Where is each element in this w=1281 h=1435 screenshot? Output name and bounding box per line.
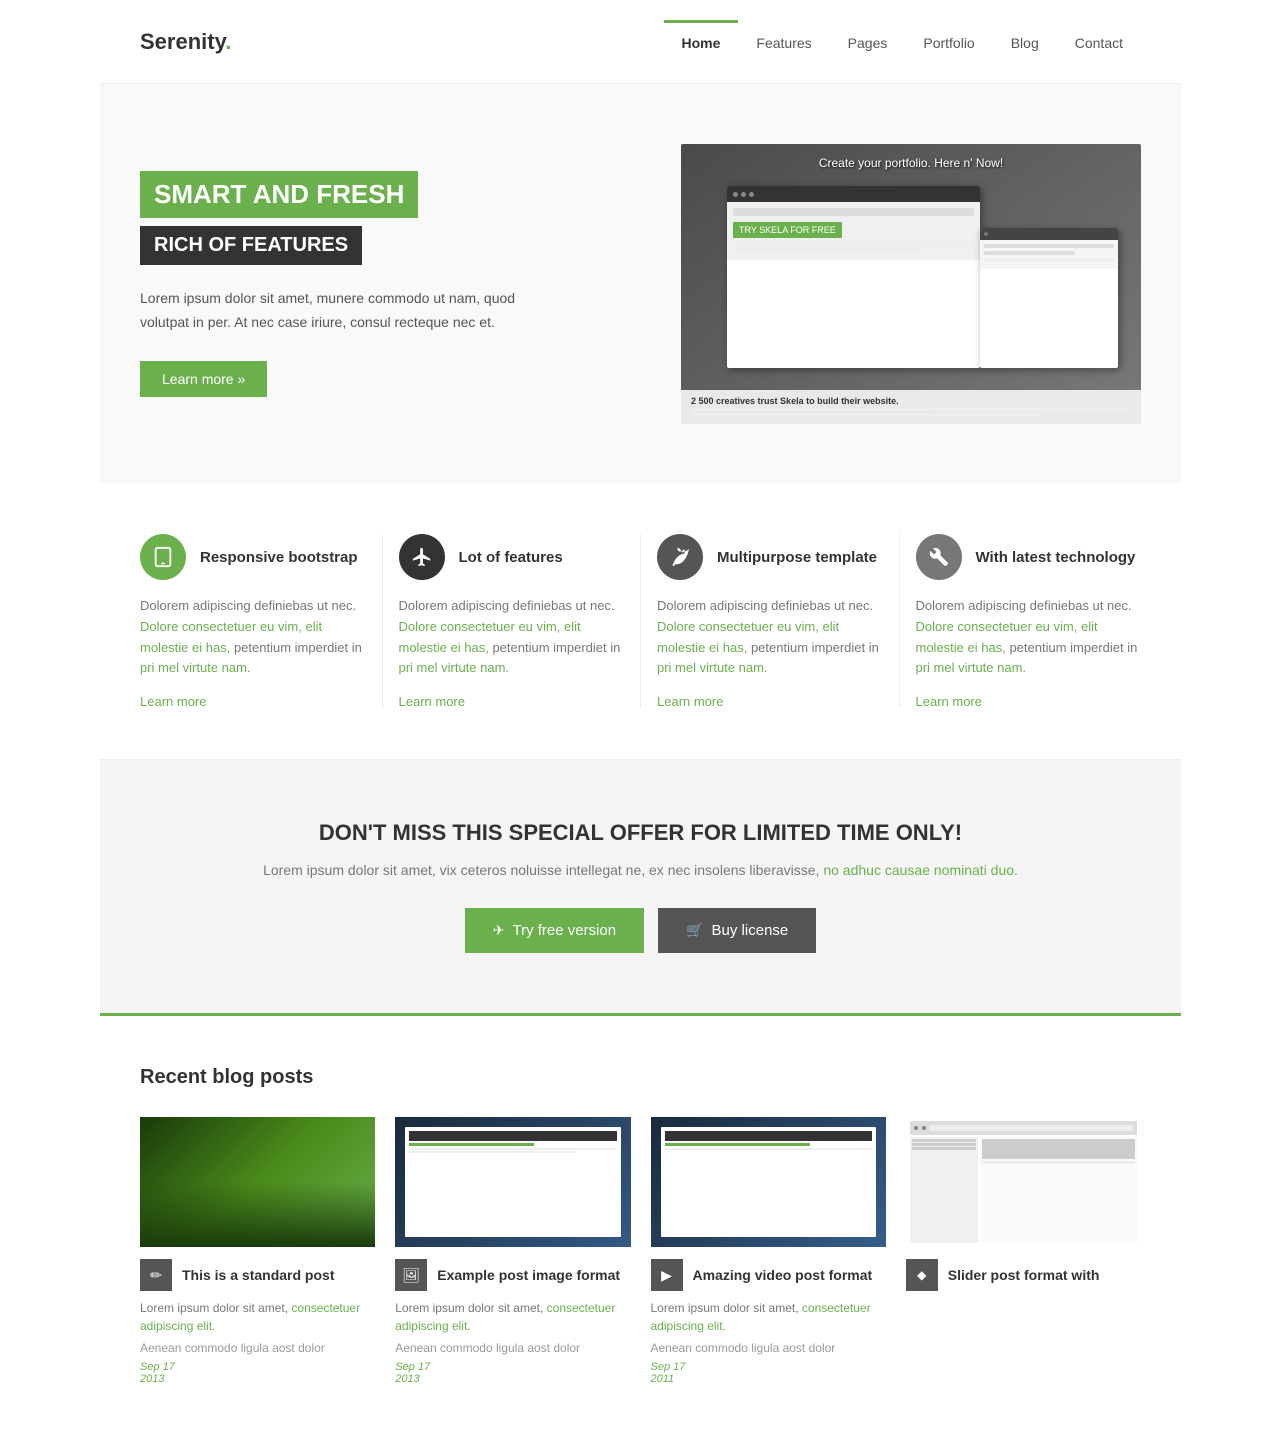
blog-section-title: Recent blog posts — [140, 1066, 1141, 1089]
offer-buttons: ✈ Try free version 🛒 Buy license — [140, 908, 1141, 953]
hero-title-green: SMART AND FRESH — [140, 171, 418, 218]
feature-link-1[interactable]: Learn more — [140, 694, 206, 709]
nav-pages[interactable]: Pages — [830, 20, 906, 63]
nav-blog[interactable]: Blog — [993, 20, 1057, 63]
feature-header-3: Multipurpose template — [657, 534, 883, 580]
tablet-icon — [152, 546, 174, 568]
blog-icon-image: 🖼 — [395, 1259, 427, 1291]
hero-image-overlay-text: Create your portfolio. Here n' Now! — [819, 156, 1003, 170]
mock-device-2 — [980, 228, 1118, 368]
feature-title-1: Responsive bootstrap — [200, 549, 358, 566]
buy-label: Buy license — [712, 922, 789, 939]
feature-header-1: Responsive bootstrap — [140, 534, 366, 580]
plane-icon-small: ✈ — [493, 922, 505, 939]
blog-meta-3: ▶ Amazing video post format — [651, 1259, 886, 1291]
feature-link-4[interactable]: Learn more — [916, 694, 982, 709]
blog-post-3: ▶ Amazing video post format Lorem ipsum … — [651, 1117, 886, 1385]
feature-item-1: Responsive bootstrap Dolorem adipiscing … — [140, 534, 382, 709]
learn-more-button[interactable]: Learn more » — [140, 361, 267, 397]
feature-header-2: Lot of features — [399, 534, 625, 580]
blog-post-2: 🖼 Example post image format Lorem ipsum … — [395, 1117, 630, 1385]
try-free-button[interactable]: ✈ Try free version — [465, 908, 644, 953]
blog-image-1 — [140, 1117, 375, 1247]
feature-icon-4 — [916, 534, 962, 580]
blog-post-4: ◆ Slider post format with — [906, 1117, 1141, 1385]
blog-date-3: Sep 17 2011 — [651, 1361, 886, 1385]
logo-dot: . — [225, 29, 231, 54]
blog-image-3 — [651, 1117, 886, 1247]
nav-contact[interactable]: Contact — [1057, 20, 1141, 63]
logo-text: Serenity — [140, 29, 225, 54]
feature-item-3: Multipurpose template Dolorem adipiscing… — [640, 534, 899, 709]
feature-title-2: Lot of features — [459, 549, 563, 566]
blog-date-1: Sep 17 2013 — [140, 1361, 375, 1385]
blog-post-text-1: Lorem ipsum dolor sit amet, consectetuer… — [140, 1299, 375, 1335]
nav-features[interactable]: Features — [738, 20, 829, 63]
hero-section: SMART AND FRESH RICH OF FEATURES Lorem i… — [100, 84, 1181, 484]
cart-icon: 🛒 — [686, 922, 703, 939]
blog-icon-video: ▶ — [651, 1259, 683, 1291]
feature-text-1: Dolorem adipiscing definiebas ut nec. Do… — [140, 596, 366, 679]
blog-date-2: Sep 17 2013 — [395, 1361, 630, 1385]
logo[interactable]: Serenity. — [140, 29, 231, 55]
features-section: Responsive bootstrap Dolorem adipiscing … — [100, 484, 1181, 760]
blog-meta-1: ✏ This is a standard post — [140, 1259, 375, 1291]
blog-meta-4: ◆ Slider post format with — [906, 1259, 1141, 1291]
hero-image: Create your portfolio. Here n' Now! TRY … — [681, 144, 1141, 424]
blog-post-more-1: Aenean commodo ligula aost dolor — [140, 1341, 375, 1355]
feature-icon-2 — [399, 534, 445, 580]
feature-header-4: With latest technology — [916, 534, 1142, 580]
blog-post-more-2: Aenean commodo ligula aost dolor — [395, 1341, 630, 1355]
feature-title-3: Multipurpose template — [717, 549, 877, 566]
buy-license-button[interactable]: 🛒 Buy license — [658, 908, 816, 953]
feature-text-4: Dolorem adipiscing definiebas ut nec. Do… — [916, 596, 1142, 679]
feature-item-4: With latest technology Dolorem adipiscin… — [899, 534, 1142, 709]
hero-content: SMART AND FRESH RICH OF FEATURES Lorem i… — [140, 171, 641, 397]
blog-post-1: ✏ This is a standard post Lorem ipsum do… — [140, 1117, 375, 1385]
blog-post-text-3: Lorem ipsum dolor sit amet, consectetuer… — [651, 1299, 886, 1335]
plane-icon — [411, 546, 433, 568]
hero-title-dark: RICH OF FEATURES — [140, 226, 362, 265]
feature-icon-3 — [657, 534, 703, 580]
main-nav: Home Features Pages Portfolio Blog Conta… — [664, 20, 1142, 63]
header: Serenity. Home Features Pages Portfolio … — [100, 0, 1181, 84]
feature-text-2: Dolorem adipiscing definiebas ut nec. Do… — [399, 596, 625, 679]
feature-item-2: Lot of features Dolorem adipiscing defin… — [382, 534, 641, 709]
blog-icon-slider: ◆ — [906, 1259, 938, 1291]
blog-icon-pencil: ✏ — [140, 1259, 172, 1291]
try-free-label: Try free version — [512, 922, 616, 939]
blog-image-4 — [906, 1117, 1141, 1247]
feature-link-2[interactable]: Learn more — [399, 694, 465, 709]
blog-meta-2: 🖼 Example post image format — [395, 1259, 630, 1291]
blog-post-more-3: Aenean commodo ligula aost dolor — [651, 1341, 886, 1355]
hero-body-text: Lorem ipsum dolor sit amet, munere commo… — [140, 287, 560, 335]
leaf-icon — [669, 546, 691, 568]
feature-title-4: With latest technology — [976, 549, 1136, 566]
blog-post-text-2: Lorem ipsum dolor sit amet, consectetuer… — [395, 1299, 630, 1335]
wrench-icon — [929, 547, 949, 567]
offer-title: DON'T MISS THIS SPECIAL OFFER FOR LIMITE… — [140, 820, 1141, 846]
feature-icon-1 — [140, 534, 186, 580]
mock-info-bar: 2 500 creatives trust Skela to build the… — [681, 390, 1141, 424]
offer-section: DON'T MISS THIS SPECIAL OFFER FOR LIMITE… — [100, 760, 1181, 1013]
blog-grid: ✏ This is a standard post Lorem ipsum do… — [140, 1117, 1141, 1385]
feature-link-3[interactable]: Learn more — [657, 694, 723, 709]
feature-text-3: Dolorem adipiscing definiebas ut nec. Do… — [657, 596, 883, 679]
mock-device-1: TRY SKELA FOR FREE — [727, 186, 980, 368]
blog-section: Recent blog posts ✏ This is a standard p… — [100, 1013, 1181, 1435]
nav-home[interactable]: Home — [664, 20, 739, 63]
blog-image-2 — [395, 1117, 630, 1247]
offer-text: Lorem ipsum dolor sit amet, vix ceteros … — [140, 862, 1141, 878]
nav-portfolio[interactable]: Portfolio — [905, 20, 992, 63]
